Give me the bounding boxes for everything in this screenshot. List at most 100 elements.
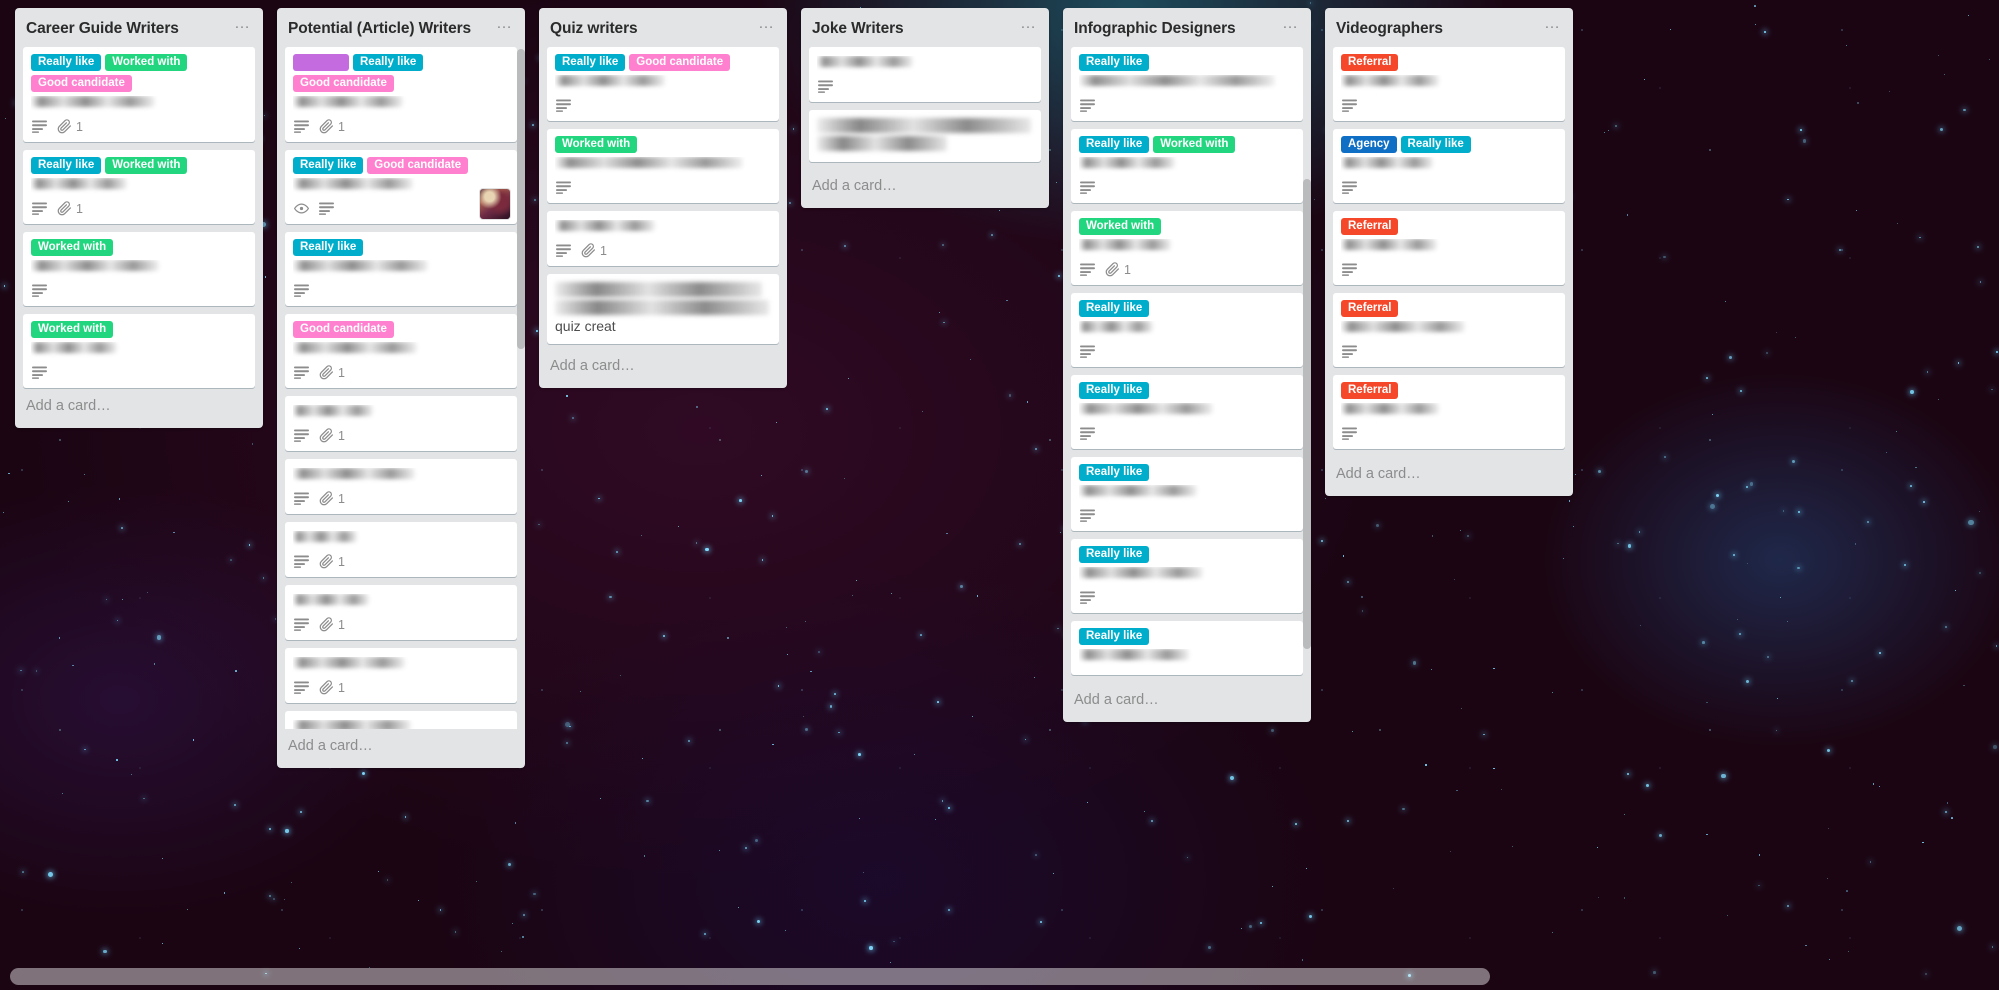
card[interactable]: Really like Worked with 1 (23, 150, 255, 225)
list-menu-icon[interactable]: … (756, 16, 777, 32)
card-label[interactable]: Referral (1341, 300, 1399, 318)
card-label[interactable]: Really like (293, 157, 364, 175)
card-label[interactable]: Really like (1400, 136, 1471, 154)
card[interactable]: Agency Really like (1333, 129, 1565, 204)
card-label[interactable]: Really like (353, 54, 424, 72)
list-container: Infographic Designers… Really like Really … (1063, 8, 1311, 723)
card-label[interactable]: Really like (1079, 54, 1150, 72)
card[interactable]: 1 (285, 648, 517, 704)
list-menu-icon[interactable]: … (494, 16, 515, 32)
card-title (1079, 239, 1295, 256)
card-label[interactable]: Worked with (31, 239, 114, 257)
horizontal-scrollbar-track[interactable] (0, 962, 1999, 990)
card-label[interactable]: Worked with (31, 321, 114, 339)
list-menu-icon[interactable]: … (1542, 16, 1563, 32)
card[interactable]: Worked with (547, 129, 779, 204)
description-icon (1342, 427, 1357, 441)
list-menu-icon[interactable]: … (1280, 16, 1301, 32)
horizontal-scrollbar-thumb[interactable] (10, 968, 1490, 985)
description-icon (1080, 263, 1095, 277)
card[interactable]: Worked with (23, 232, 255, 307)
card-label[interactable]: Really like (1079, 136, 1150, 154)
redacted-name (293, 342, 417, 354)
card-label[interactable]: Referral (1341, 218, 1399, 236)
card[interactable]: Really like (285, 232, 517, 307)
card[interactable]: Referral (1333, 293, 1565, 368)
card[interactable]: 1 (285, 585, 517, 641)
card-label[interactable]: Good candidate (629, 54, 731, 72)
list-title[interactable]: Career Guide Writers (26, 19, 179, 38)
card-label[interactable]: Really like (555, 54, 626, 72)
card[interactable]: 1 (285, 522, 517, 578)
card[interactable]: Really like Worked with (1071, 129, 1303, 204)
list-vertical-scrollbar[interactable] (1303, 179, 1311, 650)
card[interactable]: Good candidate 1 (285, 314, 517, 389)
add-card-button[interactable]: Add a card… (1325, 457, 1573, 492)
card[interactable]: Referral (1333, 211, 1565, 286)
card-label[interactable]: Really like (31, 157, 102, 175)
list-title[interactable]: Potential (Article) Writers (288, 19, 471, 38)
add-card-button[interactable]: Add a card… (15, 389, 263, 424)
card-label[interactable]: Good candidate (367, 157, 469, 175)
card-title (293, 342, 509, 359)
card[interactable]: Really like (1071, 47, 1303, 122)
card[interactable]: Really like Good candidate 1 (285, 47, 517, 143)
add-card-button[interactable]: Add a card… (801, 169, 1049, 204)
avatar[interactable] (480, 189, 510, 220)
card[interactable]: Really like Worked with Good candidate 1 (23, 47, 255, 143)
card-label[interactable]: Worked with (105, 157, 188, 175)
card[interactable]: Really like Good candidate (285, 150, 517, 225)
card[interactable]: Really like (1071, 621, 1303, 676)
list-title[interactable]: Joke Writers (812, 19, 904, 38)
card[interactable] (809, 47, 1041, 103)
card-label[interactable]: Really like (1079, 382, 1150, 400)
card-label[interactable]: Worked with (105, 54, 188, 72)
add-card-button[interactable]: Add a card… (1063, 683, 1311, 718)
card-badges: 1 (293, 489, 509, 509)
card-label[interactable] (293, 54, 349, 72)
list-menu-icon[interactable]: … (1018, 16, 1039, 32)
card-labels: Really like (1079, 628, 1295, 646)
card[interactable]: Really like (1071, 457, 1303, 532)
card[interactable]: Really like Good candidate (547, 47, 779, 122)
card[interactable]: 1 (547, 211, 779, 267)
card-badges (1341, 342, 1557, 362)
card[interactable]: Really like (1071, 539, 1303, 614)
list-title[interactable]: Quiz writers (550, 19, 638, 38)
card-label[interactable]: Referral (1341, 382, 1399, 400)
card[interactable]: 1 (285, 459, 517, 515)
card[interactable]: Really like (1071, 293, 1303, 368)
card[interactable]: 1 (285, 396, 517, 452)
card[interactable]: Referral (1333, 47, 1565, 122)
card-label[interactable]: Really like (1079, 628, 1150, 646)
list-title[interactable]: Videographers (1336, 19, 1443, 38)
add-card-button[interactable]: Add a card… (277, 729, 525, 764)
card-label[interactable]: Really like (1079, 546, 1150, 564)
description-icon (1080, 181, 1095, 195)
card-label[interactable]: Really like (1079, 300, 1150, 318)
card-label[interactable]: Worked with (555, 136, 638, 154)
card-label[interactable]: Good candidate (293, 321, 394, 339)
card[interactable]: Really like (1071, 375, 1303, 450)
card[interactable] (809, 110, 1041, 163)
card-label[interactable]: Good candidate (31, 75, 132, 93)
add-card-button[interactable]: Add a card… (539, 349, 787, 384)
card[interactable]: Referral (1333, 375, 1565, 450)
card[interactable]: Worked with (23, 314, 255, 389)
list-title[interactable]: Infographic Designers (1074, 19, 1236, 38)
card-badge (556, 99, 571, 113)
card[interactable]: quiz creat (547, 274, 779, 345)
card-label[interactable]: Really like (293, 239, 364, 257)
card-label[interactable]: Really like (31, 54, 102, 72)
card-label[interactable]: Good candidate (293, 75, 394, 93)
card-label[interactable]: Worked with (1079, 218, 1162, 236)
list-vertical-scrollbar[interactable] (517, 49, 525, 350)
card[interactable]: 1 (285, 711, 517, 729)
card-label[interactable]: Worked with (1153, 136, 1236, 154)
card-label[interactable]: Referral (1341, 54, 1399, 72)
list-menu-icon[interactable]: … (232, 16, 253, 32)
card-label[interactable]: Agency (1341, 136, 1397, 154)
card[interactable]: Worked with 1 (1071, 211, 1303, 286)
card-label[interactable]: Really like (1079, 464, 1150, 482)
redacted-name (31, 342, 117, 354)
